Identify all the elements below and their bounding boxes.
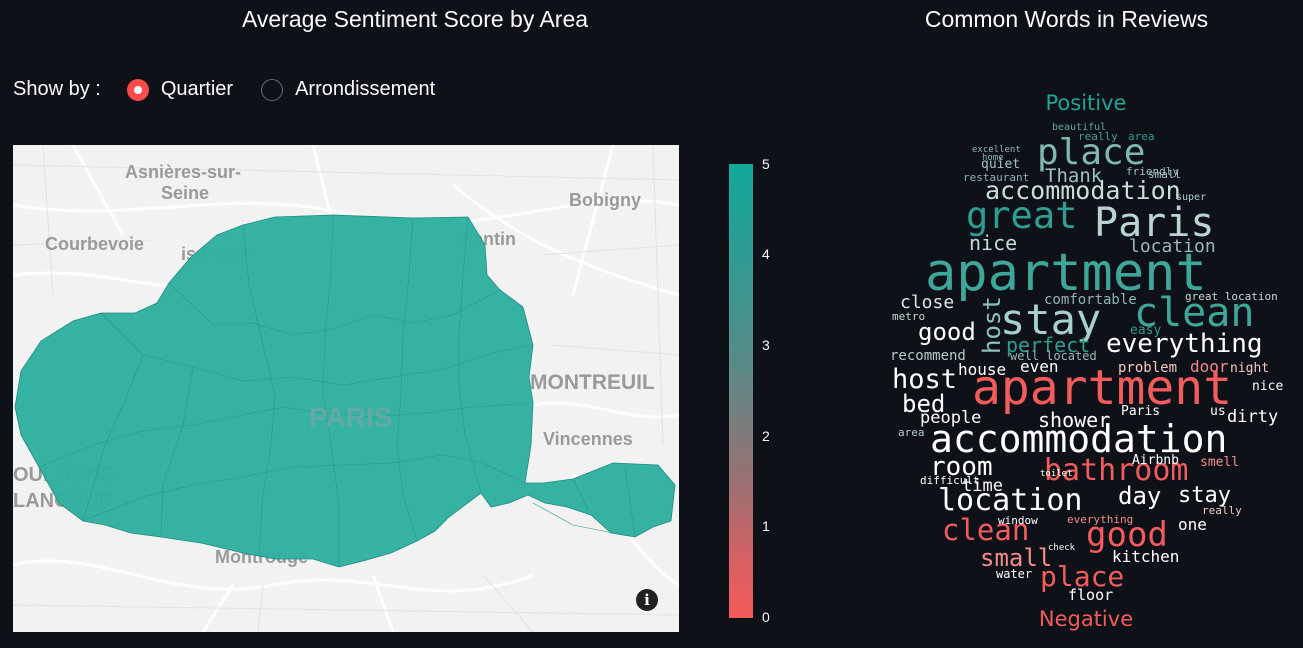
map-label-asnieres-2: Seine bbox=[161, 183, 209, 203]
map-label-montreuil: MONTREUIL bbox=[530, 371, 655, 394]
wc-word: recommend bbox=[890, 348, 966, 364]
wordcloud-image: Positive Negative beautiful really area … bbox=[890, 91, 1283, 631]
radio-selected-icon bbox=[126, 78, 149, 101]
wordcloud-panel: Positive Negative beautiful really area … bbox=[880, 82, 1300, 642]
wc-word: place bbox=[1037, 132, 1145, 173]
wc-word: water bbox=[996, 567, 1032, 581]
map-label-bobigny: Bobigny bbox=[569, 190, 641, 210]
wc-word: Airbnb bbox=[1132, 453, 1179, 468]
wc-word: really bbox=[1202, 504, 1242, 517]
map-label-vincennes: Vincennes bbox=[543, 429, 633, 449]
colorbar-tick: 2 bbox=[762, 428, 770, 444]
radio-option-arrondissement[interactable]: Arrondissement bbox=[261, 78, 435, 101]
colorbar-tick: 0 bbox=[762, 609, 770, 625]
radio-option-label: Arrondissement bbox=[295, 78, 436, 100]
map-label-asnieres: Asnières-sur- bbox=[125, 162, 241, 182]
map-label-paris: PARIS bbox=[309, 402, 393, 433]
wc-word: toilet bbox=[1040, 469, 1073, 479]
wc-word: window bbox=[998, 514, 1038, 527]
map-label-courbevoie: Courbevoie bbox=[45, 234, 144, 254]
choropleth-map[interactable]: Asnières-sur- Seine Bobigny Courbevoie i… bbox=[13, 145, 679, 632]
info-icon[interactable]: i bbox=[636, 589, 658, 611]
wc-word: one bbox=[1178, 515, 1207, 534]
radio-option-quartier[interactable]: Quartier bbox=[126, 78, 234, 101]
wc-word: dirty bbox=[1227, 407, 1278, 427]
radio-option-label: Quartier bbox=[160, 78, 234, 100]
colorbar bbox=[729, 164, 753, 618]
wc-word: quiet bbox=[981, 157, 1020, 172]
wc-word: day bbox=[1118, 482, 1161, 510]
wc-word: check bbox=[1048, 543, 1076, 553]
negative-label: Negative bbox=[1039, 607, 1133, 631]
wc-word: smell bbox=[1200, 455, 1239, 470]
show-by-radio-group: Show by : Quartier Arrondissement bbox=[13, 78, 463, 101]
wc-word: host bbox=[978, 296, 1006, 354]
wc-word: everything bbox=[1067, 513, 1133, 526]
wc-word: night bbox=[1230, 361, 1269, 376]
radio-unselected-icon bbox=[261, 78, 284, 101]
colorbar-tick: 3 bbox=[762, 337, 770, 353]
wc-word: area bbox=[898, 426, 925, 439]
wordcloud-title: Common Words in Reviews bbox=[924, 6, 1209, 32]
wc-word: good bbox=[918, 318, 976, 346]
colorbar-tick: 5 bbox=[762, 156, 770, 172]
map-canvas[interactable]: Asnières-sur- Seine Bobigny Courbevoie i… bbox=[13, 145, 679, 632]
colorbar-tick: 4 bbox=[762, 246, 770, 262]
wc-word: nice bbox=[1252, 379, 1283, 394]
show-by-label: Show by : bbox=[13, 78, 101, 100]
positive-words: beautiful really area excellent home qui… bbox=[890, 122, 1278, 364]
negative-words: house even problem door night host apart… bbox=[892, 357, 1283, 604]
map-chart-title: Average Sentiment Score by Area bbox=[241, 6, 589, 32]
positive-label: Positive bbox=[1046, 91, 1127, 115]
wc-word: easy bbox=[1130, 323, 1161, 338]
wc-word: floor bbox=[1068, 586, 1113, 604]
colorbar-tick: 1 bbox=[762, 518, 770, 534]
